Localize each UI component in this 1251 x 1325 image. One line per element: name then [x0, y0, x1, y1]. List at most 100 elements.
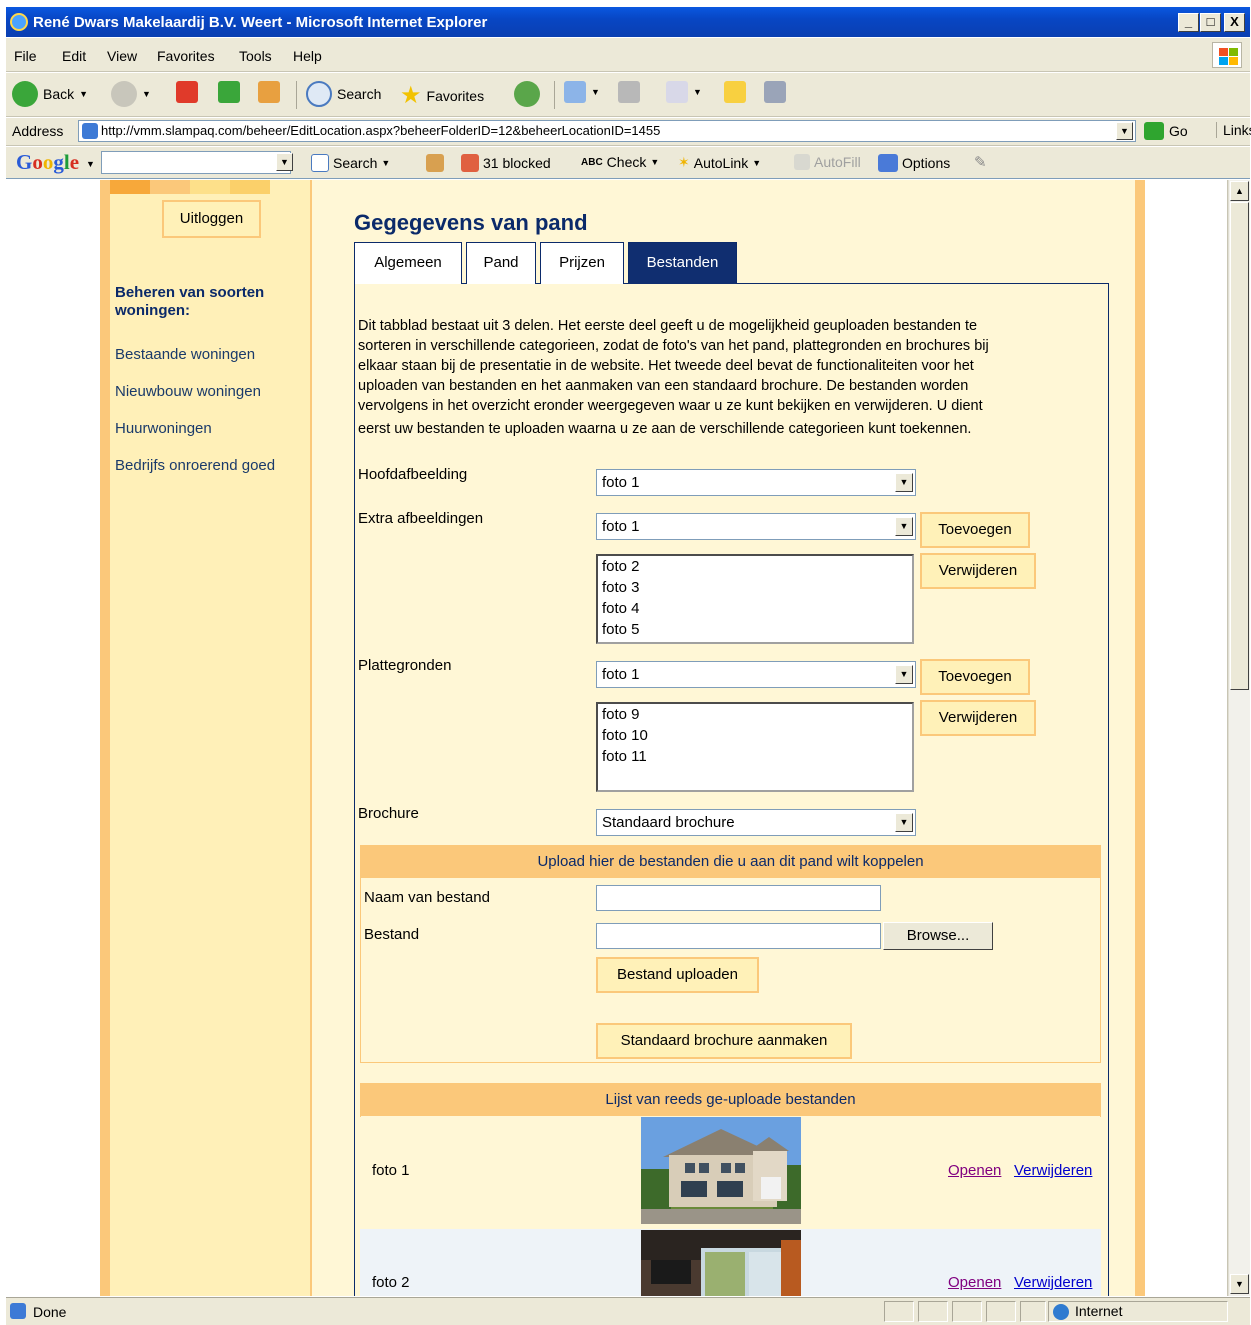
search-button[interactable]: Search: [306, 81, 381, 107]
plattegronden-select[interactable]: foto 1 ▼: [596, 661, 916, 688]
google-search-button[interactable]: Search ▼: [311, 154, 390, 172]
menu-edit[interactable]: Edit: [62, 48, 86, 64]
autofill-button[interactable]: AutoFill: [794, 154, 861, 170]
scroll-thumb[interactable]: [1230, 202, 1249, 690]
delete-link[interactable]: Verwijderen: [1014, 1162, 1092, 1179]
chevron-down-icon: ▼: [591, 87, 600, 97]
open-link[interactable]: Openen: [948, 1274, 1001, 1291]
vertical-scrollbar[interactable]: ▲ ▼: [1228, 180, 1250, 1296]
create-brochure-button[interactable]: Standaard brochure aanmaken: [596, 1023, 852, 1059]
file-name-input[interactable]: [596, 885, 881, 911]
extra-remove-button[interactable]: Verwijderen: [920, 553, 1036, 589]
list-item[interactable]: foto 5: [602, 619, 912, 640]
sidebar-item-bestaande[interactable]: Bestaande woningen: [115, 346, 255, 363]
chevron-down-icon: ▼: [693, 87, 702, 97]
minimize-button[interactable]: _: [1178, 13, 1199, 32]
popup-blocked-icon: [461, 154, 479, 172]
print-button[interactable]: [618, 81, 640, 103]
scroll-up-icon[interactable]: ▲: [1230, 181, 1249, 201]
tab-bestanden[interactable]: Bestanden: [628, 242, 737, 284]
plattegronden-add-button[interactable]: Toevoegen: [920, 659, 1030, 695]
file-label: Bestand: [364, 926, 420, 943]
logout-button[interactable]: Uitloggen: [162, 200, 261, 238]
delete-link[interactable]: Verwijderen: [1014, 1274, 1092, 1291]
globe-icon: [1053, 1304, 1069, 1320]
list-item[interactable]: foto 2: [602, 556, 912, 577]
tab-algemeen[interactable]: Algemeen: [354, 242, 462, 284]
home-button[interactable]: [258, 81, 280, 103]
links-button[interactable]: Links: [1216, 122, 1251, 138]
pencil-icon[interactable]: ✎: [974, 153, 987, 171]
list-item[interactable]: foto 10: [602, 725, 912, 746]
file-path-input[interactable]: [596, 923, 881, 949]
close-button[interactable]: X: [1224, 13, 1245, 32]
options-button[interactable]: Options: [878, 154, 950, 172]
menu-favorites[interactable]: Favorites: [157, 48, 215, 64]
search-label: Search: [337, 86, 382, 102]
browse-button[interactable]: Browse...: [883, 922, 993, 950]
sidebar-item-nieuwbouw[interactable]: Nieuwbouw woningen: [115, 383, 261, 400]
menu-view[interactable]: View: [107, 48, 137, 64]
research-button[interactable]: [764, 81, 786, 103]
list-item[interactable]: foto 9: [602, 704, 912, 725]
sidebar-item-bedrijfs[interactable]: Bedrijfs onroerend goed: [115, 457, 275, 474]
autofill-icon: [794, 154, 810, 170]
google-search-label: Search: [333, 155, 378, 171]
open-link[interactable]: Openen: [948, 1162, 1001, 1179]
research-icon: [764, 81, 786, 103]
print-icon: [618, 81, 640, 103]
edit-button[interactable]: ▼: [666, 81, 702, 103]
tab-prijzen[interactable]: Prijzen: [540, 242, 624, 284]
plattegronden-list[interactable]: foto 9 foto 10 foto 11: [596, 702, 914, 792]
description-line: elkaar staan bij de presentatie in de we…: [358, 358, 974, 374]
news-button[interactable]: [426, 154, 444, 172]
back-button[interactable]: Back ▼: [12, 81, 88, 107]
house-exterior-thumbnail[interactable]: [641, 1117, 801, 1224]
maximize-button[interactable]: □: [1200, 13, 1221, 32]
discuss-button[interactable]: [724, 81, 746, 103]
top-margin: [0, 0, 1251, 6]
go-button[interactable]: Go: [1144, 122, 1188, 140]
hoofdafbeelding-select[interactable]: foto 1 ▼: [596, 469, 916, 496]
options-icon: [878, 154, 898, 172]
extra-afbeeldingen-list[interactable]: foto 2 foto 3 foto 4 foto 5: [596, 554, 914, 644]
stop-button[interactable]: [176, 81, 198, 103]
menu-help[interactable]: Help: [293, 48, 322, 64]
address-input[interactable]: http://vmm.slampaq.com/beheer/EditLocati…: [78, 120, 1136, 142]
google-search-dropdown[interactable]: ▼: [276, 153, 293, 171]
favorites-button[interactable]: ★ Favorites: [400, 81, 484, 110]
spell-check-button[interactable]: ABC Check ▼: [581, 154, 659, 170]
brochure-select[interactable]: Standaard brochure ▼: [596, 809, 916, 836]
extra-afbeeldingen-select[interactable]: foto 1 ▼: [596, 513, 916, 540]
menu-file[interactable]: File: [14, 48, 37, 64]
status-cell: [884, 1301, 914, 1322]
toolbar-separator: [296, 81, 297, 109]
living-room-thumbnail[interactable]: [641, 1230, 801, 1296]
tab-pand[interactable]: Pand: [466, 242, 536, 284]
check-label: Check: [606, 154, 647, 170]
forward-arrow-icon: [111, 81, 137, 107]
chevron-down-icon: ▼: [381, 158, 391, 168]
sidebar-item-huur[interactable]: Huurwoningen: [115, 420, 212, 437]
google-logo[interactable]: Google: [16, 150, 79, 175]
google-search-input[interactable]: [101, 151, 291, 174]
chevron-down-icon[interactable]: ▼: [86, 159, 95, 169]
mail-button[interactable]: ▼: [564, 81, 600, 103]
extra-add-button[interactable]: Toevoegen: [920, 512, 1030, 548]
plattegronden-remove-button[interactable]: Verwijderen: [920, 700, 1036, 736]
autolink-button[interactable]: ✶ AutoLink ▼: [678, 154, 761, 171]
address-dropdown-button[interactable]: ▼: [1116, 122, 1133, 140]
list-item[interactable]: foto 11: [602, 746, 912, 767]
menu-tools[interactable]: Tools: [239, 48, 272, 64]
tab-description: Dit tabblad bestaat uit 3 delen. Het eer…: [358, 316, 1088, 439]
toolbar-separator: [554, 81, 555, 109]
list-item[interactable]: foto 4: [602, 598, 912, 619]
refresh-button[interactable]: [218, 81, 240, 103]
standard-toolbar: Back ▼ ▼ Search ★ Favorites ▼ ▼: [6, 73, 1250, 117]
upload-button[interactable]: Bestand uploaden: [596, 957, 759, 993]
popup-blocker-button[interactable]: 31 blocked: [461, 154, 551, 172]
history-button[interactable]: [514, 81, 540, 107]
forward-button[interactable]: ▼: [111, 81, 151, 107]
scroll-down-icon[interactable]: ▼: [1230, 1274, 1249, 1294]
list-item[interactable]: foto 3: [602, 577, 912, 598]
